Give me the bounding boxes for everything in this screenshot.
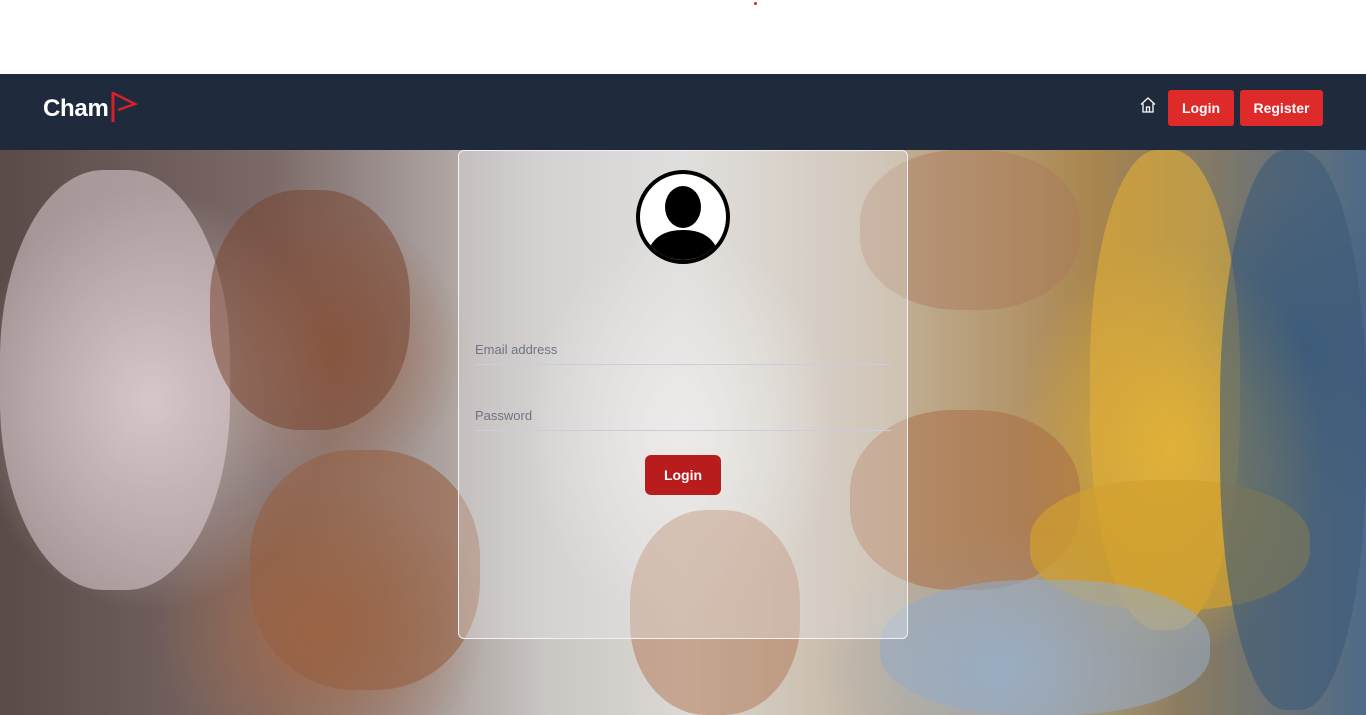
brand-logo[interactable]: Cham [43,91,139,124]
password-input[interactable] [475,401,891,431]
email-input[interactable] [475,335,891,365]
login-card: Login [458,150,908,639]
photo-detail [1220,150,1366,710]
loading-dot [754,2,757,5]
photo-detail [880,580,1210,715]
login-submit-button[interactable]: Login [645,455,721,495]
user-avatar-icon [636,170,730,264]
home-icon[interactable] [1139,96,1157,114]
top-strip [0,0,1366,74]
navbar: Cham Login Register [0,74,1366,150]
flag-icon [111,91,139,122]
photo-detail [0,170,230,590]
brand-name: Cham [43,95,109,122]
photo-detail [210,190,410,430]
photo-detail [250,450,480,690]
nav-login-button[interactable]: Login [1168,90,1234,126]
nav-register-button[interactable]: Register [1240,90,1323,126]
